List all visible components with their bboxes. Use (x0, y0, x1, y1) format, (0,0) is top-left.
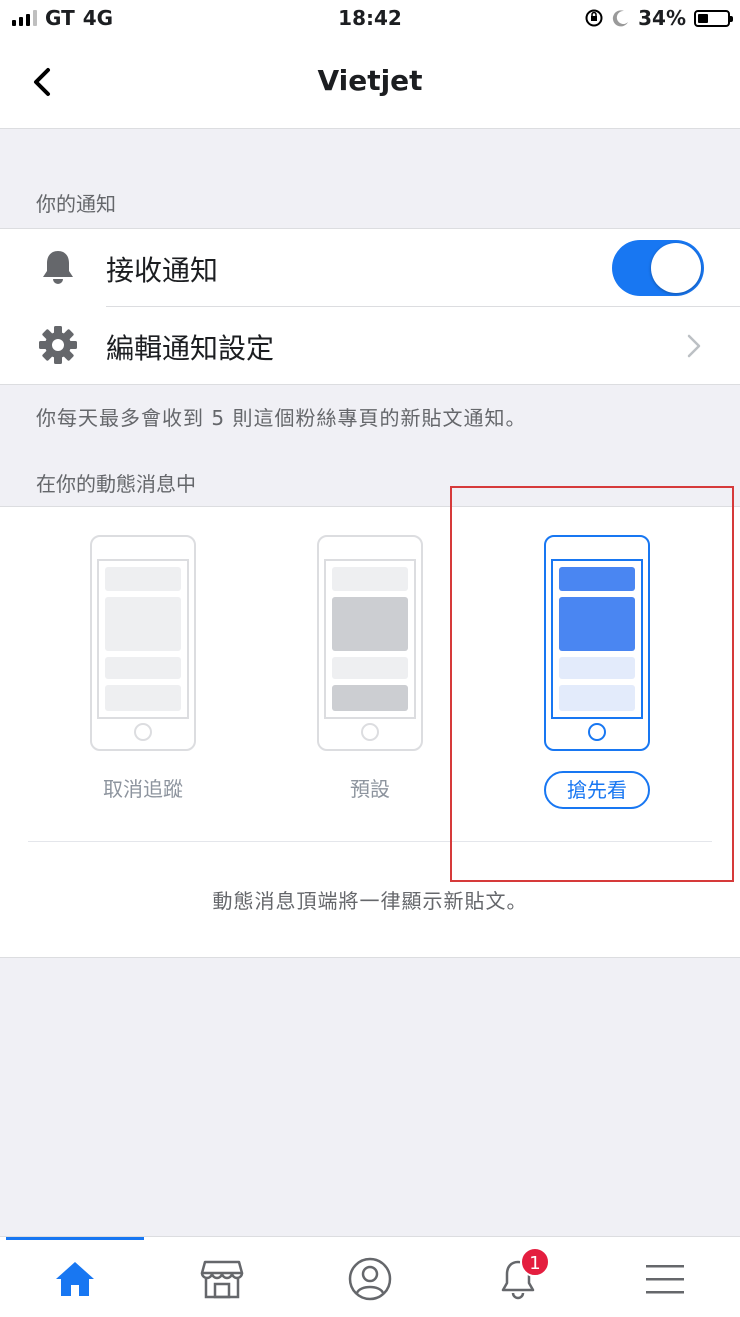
bell-icon (43, 251, 73, 284)
phone-illustration (90, 535, 196, 751)
phone-illustration (317, 535, 423, 751)
receive-notifications-label: 接收通知 (106, 254, 219, 287)
toggle-knob (651, 243, 701, 293)
receive-notifications-toggle[interactable] (612, 240, 704, 296)
feed-option-description: 動態消息頂端將一律顯示新貼文。 (212, 889, 528, 913)
chevron-right-icon (687, 334, 701, 358)
tab-profile[interactable] (330, 1249, 410, 1309)
gear-icon (39, 326, 77, 364)
feed-option-label: 預設 (350, 777, 390, 801)
marketplace-icon (200, 1260, 244, 1299)
notification-badge: 1 (520, 1247, 550, 1277)
moon-icon (612, 10, 629, 27)
phone-illustration (544, 535, 650, 751)
page-title: Vietjet (317, 64, 423, 97)
notification-limit-note: 你每天最多會收到 5 則這個粉絲專頁的新貼文通知。 (36, 406, 527, 430)
orientation-lock-icon (585, 9, 603, 27)
tab-marketplace[interactable] (182, 1249, 262, 1309)
tab-bar: 1 (0, 1236, 740, 1317)
feed-options-card: 取消追蹤 預設 搶先看 動態消息頂端將一律顯示新貼文。 (0, 506, 740, 958)
profile-icon (348, 1257, 392, 1301)
status-bar: GT 4G 18:42 34% (0, 0, 740, 36)
battery-percent: 34% (638, 6, 686, 30)
battery-icon (694, 9, 733, 27)
feed-option-label: 取消追蹤 (103, 777, 183, 801)
notifications-card: 接收通知 編輯通知設定 (0, 228, 740, 385)
edit-notifications-label: 編輯通知設定 (106, 332, 275, 365)
feed-section-header: 在你的動態消息中 (36, 472, 196, 496)
status-right: 34% (584, 6, 733, 30)
tab-notifications[interactable]: 1 (478, 1247, 558, 1309)
receive-notifications-row: 接收通知 (0, 229, 740, 307)
tab-home[interactable] (35, 1249, 115, 1309)
active-tab-indicator (6, 1237, 144, 1240)
nav-bar: Vietjet (0, 36, 740, 129)
divider (28, 841, 712, 842)
edit-notifications-row[interactable]: 編輯通知設定 (0, 307, 740, 385)
home-icon (56, 1262, 94, 1296)
notifications-section-header: 你的通知 (36, 192, 116, 216)
menu-icon (646, 1265, 684, 1294)
tab-menu[interactable] (625, 1249, 705, 1309)
see-first-selected-pill[interactable]: 搶先看 (544, 771, 650, 809)
